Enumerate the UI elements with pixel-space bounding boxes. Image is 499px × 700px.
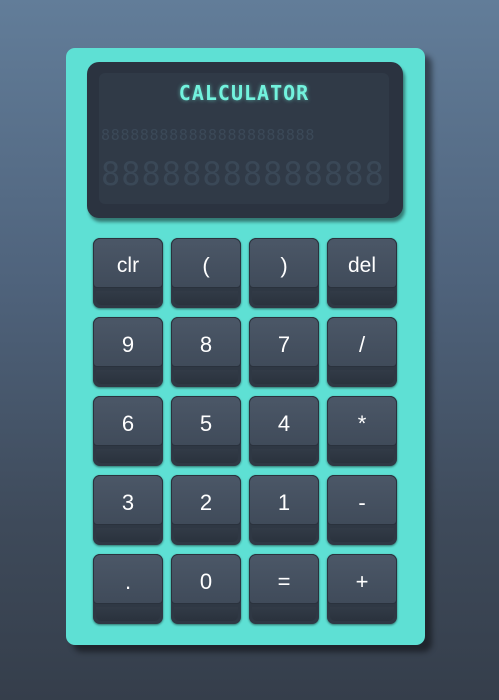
digit-2-button[interactable]: 2 [171, 475, 241, 545]
digit-9-button[interactable]: 9 [93, 317, 163, 387]
key-label: 7 [277, 332, 291, 357]
divide-button[interactable]: / [327, 317, 397, 387]
display-screen: CALCULATOR 8888888888888888888888 888888… [99, 73, 389, 204]
digit-0-button[interactable]: 0 [171, 554, 241, 624]
equals-button[interactable]: = [249, 554, 319, 624]
digit-8-button[interactable]: 8 [171, 317, 241, 387]
open-paren-button[interactable]: ( [171, 238, 241, 308]
digit-7-button[interactable]: 7 [249, 317, 319, 387]
calculator-case: CALCULATOR 8888888888888888888888 888888… [66, 48, 425, 645]
key-label: ( [202, 253, 210, 278]
key-label: 2 [199, 490, 213, 515]
key-label: 0 [199, 569, 213, 594]
key-label: ) [280, 253, 288, 278]
add-button[interactable]: + [327, 554, 397, 624]
key-label: 8 [199, 332, 213, 357]
clear-button[interactable]: clr [93, 238, 163, 308]
key-label: 9 [121, 332, 135, 357]
key-label: - [358, 490, 366, 515]
key-label: 4 [277, 411, 291, 436]
key-label: 3 [121, 490, 135, 515]
key-label: / [358, 332, 366, 357]
key-label: = [277, 569, 291, 594]
key-label: + [355, 569, 369, 594]
subtract-button[interactable]: - [327, 475, 397, 545]
digit-4-button[interactable]: 4 [249, 396, 319, 466]
close-paren-button[interactable]: ) [249, 238, 319, 308]
keypad: clr ( ) del 9 8 7 / 6 5 4 * 3 2 1 - . 0 … [92, 236, 402, 626]
display-bezel: CALCULATOR 8888888888888888888888 888888… [87, 62, 403, 218]
key-label: 1 [277, 490, 291, 515]
delete-button[interactable]: del [327, 238, 397, 308]
calculator-title: CALCULATOR [178, 81, 310, 105]
decimal-button[interactable]: . [93, 554, 163, 624]
expression-display: 8888888888888888888888 [101, 126, 316, 144]
result-display: 88888888888888 [101, 155, 385, 193]
key-label: 5 [199, 411, 213, 436]
key-label: . [124, 569, 132, 594]
key-label: del [347, 254, 377, 277]
multiply-button[interactable]: * [327, 396, 397, 466]
key-label: 6 [121, 411, 135, 436]
digit-3-button[interactable]: 3 [93, 475, 163, 545]
digit-6-button[interactable]: 6 [93, 396, 163, 466]
key-label: clr [116, 254, 140, 277]
key-label: * [357, 411, 367, 436]
digit-1-button[interactable]: 1 [249, 475, 319, 545]
digit-5-button[interactable]: 5 [171, 396, 241, 466]
